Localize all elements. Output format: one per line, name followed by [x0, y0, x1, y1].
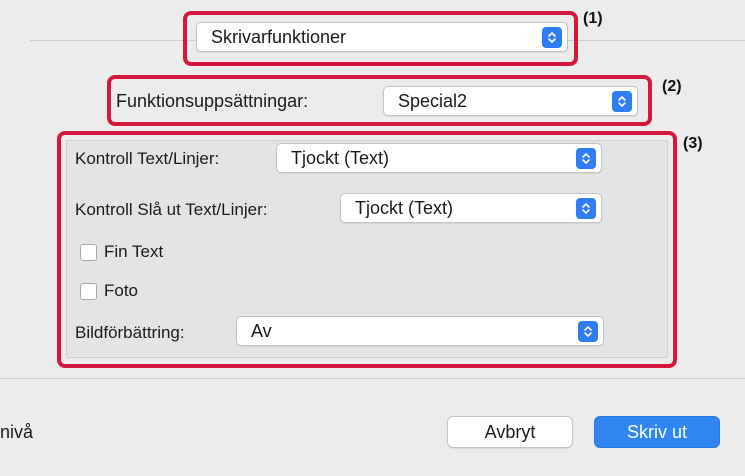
bottom-separator — [0, 378, 745, 379]
print-button[interactable]: Skriv ut — [594, 416, 720, 448]
cancel-button[interactable]: Avbryt — [447, 416, 573, 448]
partial-level-label: nivå — [0, 422, 34, 442]
callout-3: (3) — [683, 135, 703, 152]
callout-1: (1) — [583, 10, 603, 27]
highlight-box-1 — [183, 11, 578, 66]
callout-2: (2) — [662, 78, 682, 95]
highlight-box-3 — [57, 131, 677, 368]
highlight-box-2 — [107, 75, 652, 126]
